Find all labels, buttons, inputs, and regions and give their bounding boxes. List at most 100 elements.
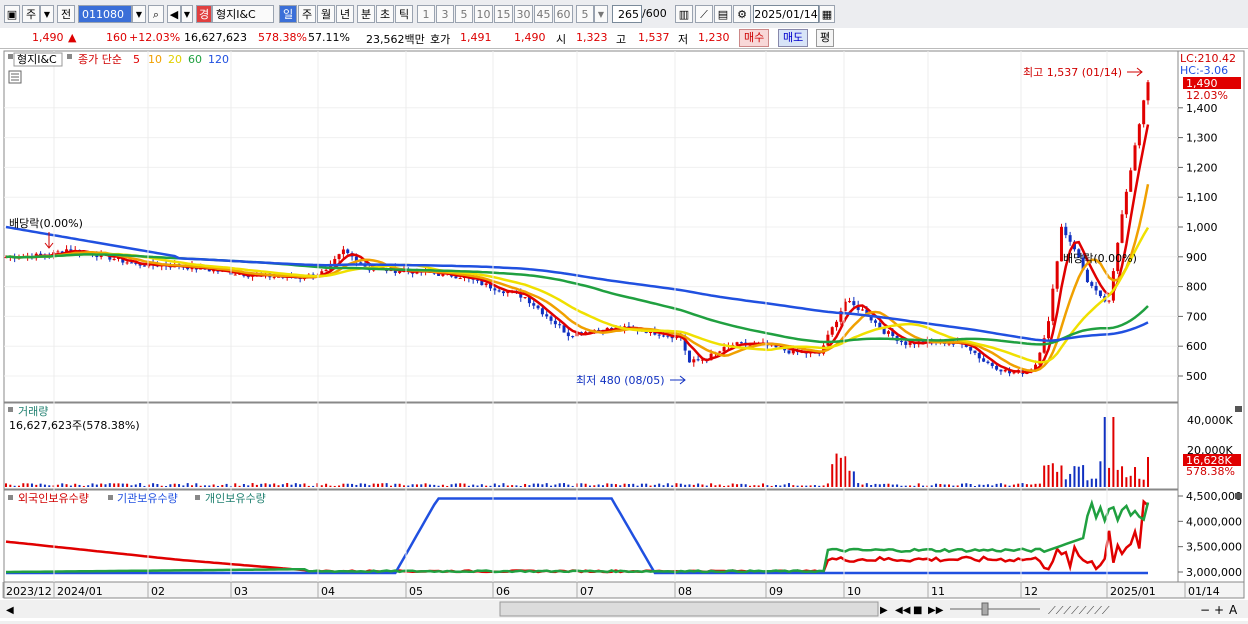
volume-bar[interactable] bbox=[398, 483, 401, 487]
volume-bar[interactable] bbox=[563, 483, 566, 487]
volume-bar[interactable] bbox=[948, 484, 951, 487]
scroll-left-icon[interactable]: ◀ bbox=[6, 605, 14, 616]
volume-bar[interactable] bbox=[48, 485, 51, 487]
volume-panel-close-icon[interactable] bbox=[1235, 406, 1242, 412]
volume-bar[interactable] bbox=[9, 484, 12, 487]
candle-icon[interactable]: ▥ bbox=[675, 5, 693, 23]
candle-body[interactable] bbox=[947, 343, 951, 345]
draw-tool-icon[interactable]: ⟋ bbox=[695, 5, 713, 23]
candle-body[interactable] bbox=[873, 320, 877, 323]
tool-icons-group-icon[interactable]: ⟋⟋⟋⟋⟋⟋⟋⟋ bbox=[1048, 604, 1110, 617]
candle-body[interactable] bbox=[1124, 191, 1128, 215]
volume-bar[interactable] bbox=[1012, 484, 1015, 487]
volume-bar[interactable] bbox=[1025, 484, 1028, 487]
volume-bar[interactable] bbox=[247, 485, 250, 487]
volume-bar[interactable] bbox=[17, 485, 20, 487]
candle-body[interactable] bbox=[545, 314, 549, 317]
volume-bar[interactable] bbox=[757, 485, 760, 487]
volume-bar[interactable] bbox=[30, 483, 33, 487]
volume-bar[interactable] bbox=[402, 485, 405, 487]
volume-bar[interactable] bbox=[740, 483, 743, 487]
volume-bar[interactable] bbox=[91, 483, 94, 487]
volume-bar[interactable] bbox=[450, 484, 453, 487]
volume-bar[interactable] bbox=[528, 485, 531, 487]
volume-bar[interactable] bbox=[333, 485, 336, 487]
candle-body[interactable] bbox=[739, 342, 743, 344]
volume-bar[interactable] bbox=[792, 485, 795, 487]
volume-bar[interactable] bbox=[710, 483, 713, 487]
interval-3[interactable]: 3 bbox=[436, 5, 454, 23]
volume-bar[interactable] bbox=[952, 485, 955, 487]
volume-bar[interactable] bbox=[407, 485, 410, 487]
volume-bar[interactable] bbox=[463, 483, 466, 487]
zoom-out-icon[interactable]: − bbox=[1200, 603, 1210, 617]
volume-bar[interactable] bbox=[900, 485, 903, 487]
candle-body[interactable] bbox=[1047, 321, 1051, 339]
volume-bar[interactable] bbox=[420, 484, 423, 487]
volume-bar[interactable] bbox=[857, 483, 860, 487]
candle-body[interactable] bbox=[272, 276, 276, 278]
volume-bar[interactable] bbox=[441, 484, 444, 487]
volume-bar[interactable] bbox=[588, 485, 591, 487]
volume-bar[interactable] bbox=[342, 483, 345, 487]
volume-bar[interactable] bbox=[705, 485, 708, 487]
volume-bar[interactable] bbox=[454, 483, 457, 487]
volume-bar[interactable] bbox=[307, 485, 310, 487]
candle-body[interactable] bbox=[1098, 290, 1102, 297]
candle-body[interactable] bbox=[1129, 170, 1133, 192]
candle-body[interactable] bbox=[977, 352, 981, 359]
volume-bar[interactable] bbox=[459, 483, 462, 487]
volume-bar[interactable] bbox=[139, 483, 142, 487]
volume-bar[interactable] bbox=[489, 485, 492, 487]
volume-bar[interactable] bbox=[839, 457, 842, 487]
candle-body[interactable] bbox=[904, 341, 908, 345]
volume-bar[interactable] bbox=[5, 483, 7, 487]
volume-bar[interactable] bbox=[896, 484, 899, 487]
candle-body[interactable] bbox=[722, 347, 726, 352]
volume-bar[interactable] bbox=[221, 484, 224, 487]
volume-bar[interactable] bbox=[69, 485, 72, 487]
volume-bar[interactable] bbox=[212, 484, 215, 487]
volume-bar[interactable] bbox=[960, 483, 963, 487]
speaker-dropdown-icon[interactable]: ▼ bbox=[181, 5, 193, 23]
volume-bar[interactable] bbox=[1112, 417, 1115, 487]
volume-bar[interactable] bbox=[883, 483, 886, 487]
volume-bar[interactable] bbox=[917, 483, 920, 487]
gear-icon[interactable]: ⚙ bbox=[733, 5, 751, 23]
candle-body[interactable] bbox=[861, 309, 864, 311]
candle-body[interactable] bbox=[523, 297, 527, 299]
candle-body[interactable] bbox=[337, 254, 341, 259]
volume-bar[interactable] bbox=[493, 483, 496, 487]
volume-bar[interactable] bbox=[887, 483, 890, 487]
volume-bar[interactable] bbox=[965, 483, 968, 487]
volume-bar[interactable] bbox=[831, 464, 834, 487]
volume-bar[interactable] bbox=[351, 483, 354, 487]
stock-code-input[interactable]: 011080 bbox=[78, 5, 132, 23]
candle-body[interactable] bbox=[549, 316, 553, 321]
candle-body[interactable] bbox=[540, 308, 544, 315]
volume-bar[interactable] bbox=[909, 485, 912, 487]
candle-body[interactable] bbox=[536, 305, 540, 309]
rewind-icon[interactable]: ◀◀ bbox=[895, 605, 911, 616]
volume-bar[interactable] bbox=[325, 483, 328, 487]
volume-bar[interactable] bbox=[1103, 417, 1106, 487]
volume-bar[interactable] bbox=[835, 453, 838, 487]
volume-bar[interactable] bbox=[1017, 483, 1020, 487]
volume-bar[interactable] bbox=[1047, 465, 1050, 487]
volume-bar[interactable] bbox=[614, 484, 617, 487]
volume-bar[interactable] bbox=[852, 471, 855, 487]
volume-bar[interactable] bbox=[749, 485, 752, 487]
interval-10[interactable]: 10 bbox=[474, 5, 493, 23]
volume-bar[interactable] bbox=[359, 483, 362, 487]
volume-bar[interactable] bbox=[186, 483, 189, 487]
volume-bar[interactable] bbox=[277, 485, 280, 487]
volume-bar[interactable] bbox=[610, 483, 613, 487]
volume-bar[interactable] bbox=[939, 484, 942, 487]
volume-bar[interactable] bbox=[627, 484, 630, 487]
volume-bar[interactable] bbox=[299, 484, 302, 487]
candle-body[interactable] bbox=[826, 334, 830, 346]
volume-bar[interactable] bbox=[476, 485, 479, 487]
volume-bar[interactable] bbox=[498, 485, 501, 487]
volume-bar[interactable] bbox=[281, 484, 284, 487]
volume-bar[interactable] bbox=[1051, 463, 1054, 487]
